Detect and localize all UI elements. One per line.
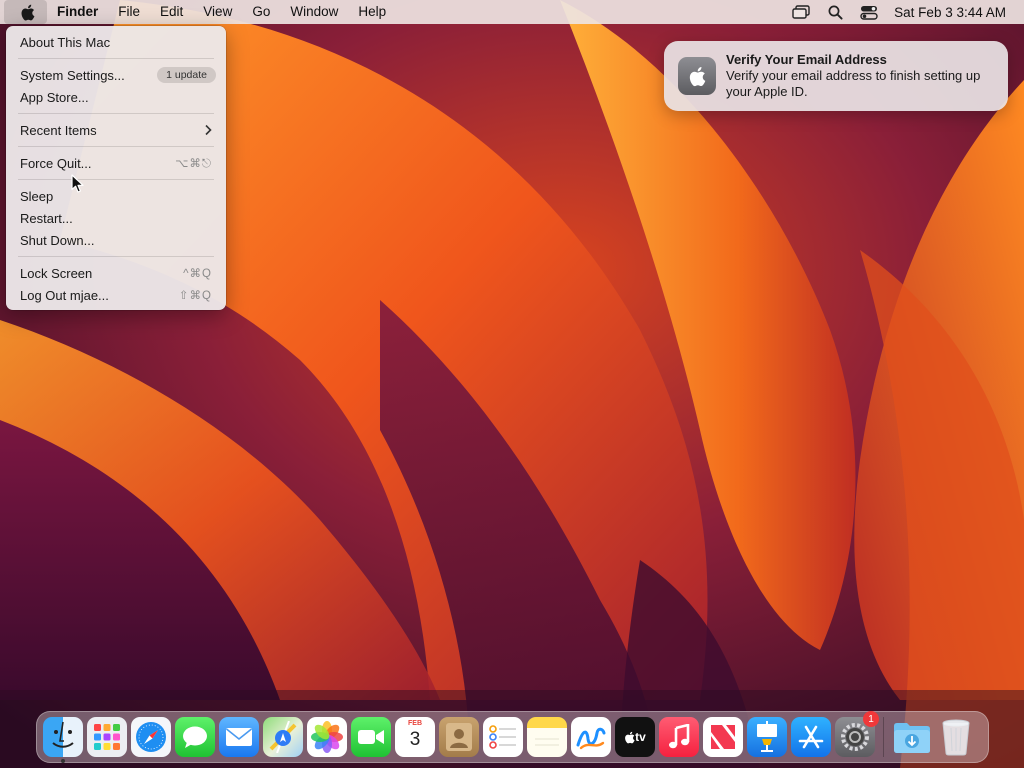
apple-dropdown-menu: About This Mac System Settings... 1 upda… bbox=[6, 26, 226, 310]
control-center-icon[interactable] bbox=[852, 0, 886, 24]
freeform-scribble-icon bbox=[576, 727, 606, 750]
menu-item-label: Recent Items bbox=[20, 122, 97, 138]
notification-title: Verify Your Email Address bbox=[726, 52, 887, 67]
notification-badge: 1 bbox=[863, 711, 879, 727]
news-icon bbox=[711, 725, 735, 749]
dock-downloads-folder[interactable] bbox=[892, 717, 932, 757]
notification-body: Verify your email address to finish sett… bbox=[726, 68, 981, 99]
menu-view[interactable]: View bbox=[193, 0, 242, 24]
mouse-pointer-icon bbox=[71, 174, 84, 193]
calendar-day: 3 bbox=[409, 729, 421, 750]
app-menu-finder[interactable]: Finder bbox=[47, 0, 108, 24]
menu-item-label: App Store... bbox=[20, 89, 89, 105]
dock-apple-tv[interactable]: tv bbox=[615, 717, 655, 757]
calendar-month: FEB bbox=[408, 720, 422, 727]
photos-flower-icon bbox=[311, 721, 343, 753]
apple-tv-label: tv bbox=[635, 730, 646, 744]
checklist-icon bbox=[489, 725, 516, 749]
dock-news[interactable] bbox=[703, 717, 743, 757]
safari-compass-icon bbox=[136, 722, 166, 752]
finder-icon bbox=[52, 721, 74, 748]
dock-system-settings[interactable]: 1 bbox=[835, 711, 879, 757]
notification-text: Verify Your Email Address Verify your em… bbox=[726, 52, 994, 100]
dock-keynote[interactable] bbox=[747, 717, 787, 757]
dock-facetime[interactable] bbox=[351, 717, 391, 757]
menu-item-force-quit[interactable]: Force Quit... ⌥⌘⎋ bbox=[6, 152, 226, 174]
dock-messages[interactable] bbox=[175, 717, 215, 757]
menu-item-label: System Settings... bbox=[20, 67, 125, 83]
dock-freeform[interactable] bbox=[571, 717, 611, 757]
menu-item-log-out[interactable]: Log Out mjae... ⇧⌘Q bbox=[6, 284, 226, 306]
dock-reminders[interactable] bbox=[483, 717, 523, 757]
dock-launchpad[interactable] bbox=[87, 717, 127, 757]
menu-item-label: About This Mac bbox=[20, 34, 111, 50]
dock-maps[interactable] bbox=[263, 717, 303, 757]
keyboard-shortcut: ⇧⌘Q bbox=[178, 290, 212, 302]
contacts-person-icon bbox=[446, 723, 472, 751]
menu-help[interactable]: Help bbox=[348, 0, 396, 24]
spotlight-search-icon[interactable] bbox=[818, 0, 852, 24]
speech-bubble-icon bbox=[183, 726, 207, 748]
dock-safari[interactable] bbox=[131, 717, 171, 757]
menu-item-system-settings[interactable]: System Settings... 1 update bbox=[6, 64, 226, 86]
menu-item-label: Sleep bbox=[20, 188, 54, 204]
dock-trash[interactable] bbox=[936, 717, 976, 757]
menu-item-label: Restart... bbox=[20, 210, 73, 226]
menu-separator bbox=[18, 113, 214, 114]
menu-separator bbox=[18, 58, 214, 59]
keynote-podium-icon bbox=[757, 721, 777, 752]
trash-can-icon bbox=[942, 719, 970, 756]
menu-separator bbox=[18, 179, 214, 180]
dock-finder[interactable] bbox=[43, 717, 83, 763]
menu-item-lock-screen[interactable]: Lock Screen ^⌘Q bbox=[6, 262, 226, 284]
music-note-icon bbox=[669, 724, 690, 749]
menu-bar-clock[interactable]: Sat Feb 3 3:44 AM bbox=[886, 5, 1024, 20]
menu-go[interactable]: Go bbox=[242, 0, 280, 24]
dock-calendar[interactable]: FEB 3 bbox=[395, 717, 435, 757]
apple-menu-button[interactable] bbox=[4, 0, 47, 24]
notification-banner[interactable]: Verify Your Email Address Verify your em… bbox=[664, 41, 1008, 111]
screen-mirroring-icon[interactable] bbox=[784, 0, 818, 24]
dock-music[interactable] bbox=[659, 717, 699, 757]
menu-separator bbox=[18, 146, 214, 147]
menu-item-recent-items[interactable]: Recent Items bbox=[6, 119, 226, 141]
menu-window[interactable]: Window bbox=[280, 0, 348, 24]
downloads-folder-icon bbox=[894, 723, 930, 753]
menu-item-label: Force Quit... bbox=[20, 155, 92, 171]
app-store-icon bbox=[798, 725, 824, 749]
dock: FEB 3 tv 1 bbox=[36, 711, 989, 763]
keyboard-shortcut: ⌥⌘⎋ bbox=[175, 157, 212, 170]
menu-item-about-this-mac[interactable]: About This Mac bbox=[6, 31, 226, 53]
update-badge: 1 update bbox=[157, 67, 216, 83]
map-pin-icon bbox=[269, 721, 297, 753]
apple-logo-icon bbox=[689, 66, 706, 86]
launchpad-icon bbox=[94, 724, 120, 750]
menu-separator bbox=[18, 256, 214, 257]
video-camera-icon bbox=[358, 730, 384, 744]
dock-contacts[interactable] bbox=[439, 717, 479, 757]
dock-divider bbox=[883, 717, 884, 757]
chevron-right-icon bbox=[205, 124, 212, 136]
apple-logo-icon bbox=[21, 4, 35, 20]
dock-notes[interactable] bbox=[527, 717, 567, 757]
menu-item-label: Log Out mjae... bbox=[20, 287, 109, 303]
menu-bar: Finder File Edit View Go Window Help Sat… bbox=[0, 0, 1024, 24]
menu-item-shut-down[interactable]: Shut Down... bbox=[6, 229, 226, 251]
system-settings-app-icon bbox=[678, 57, 716, 95]
menu-item-label: Shut Down... bbox=[20, 232, 95, 248]
keyboard-shortcut: ^⌘Q bbox=[183, 268, 212, 280]
running-indicator bbox=[61, 759, 65, 763]
menu-item-restart[interactable]: Restart... bbox=[6, 207, 226, 229]
dock-app-store[interactable] bbox=[791, 717, 831, 757]
menu-item-app-store[interactable]: App Store... bbox=[6, 86, 226, 108]
menu-item-label: Lock Screen bbox=[20, 265, 93, 281]
dock-mail[interactable] bbox=[219, 717, 259, 757]
envelope-icon bbox=[226, 728, 252, 746]
apple-logo-icon bbox=[625, 731, 635, 743]
menu-edit[interactable]: Edit bbox=[150, 0, 193, 24]
menu-item-sleep[interactable]: Sleep bbox=[6, 185, 226, 207]
dock-photos[interactable] bbox=[307, 717, 347, 757]
notes-lines-icon bbox=[535, 738, 559, 746]
menu-file[interactable]: File bbox=[108, 0, 150, 24]
